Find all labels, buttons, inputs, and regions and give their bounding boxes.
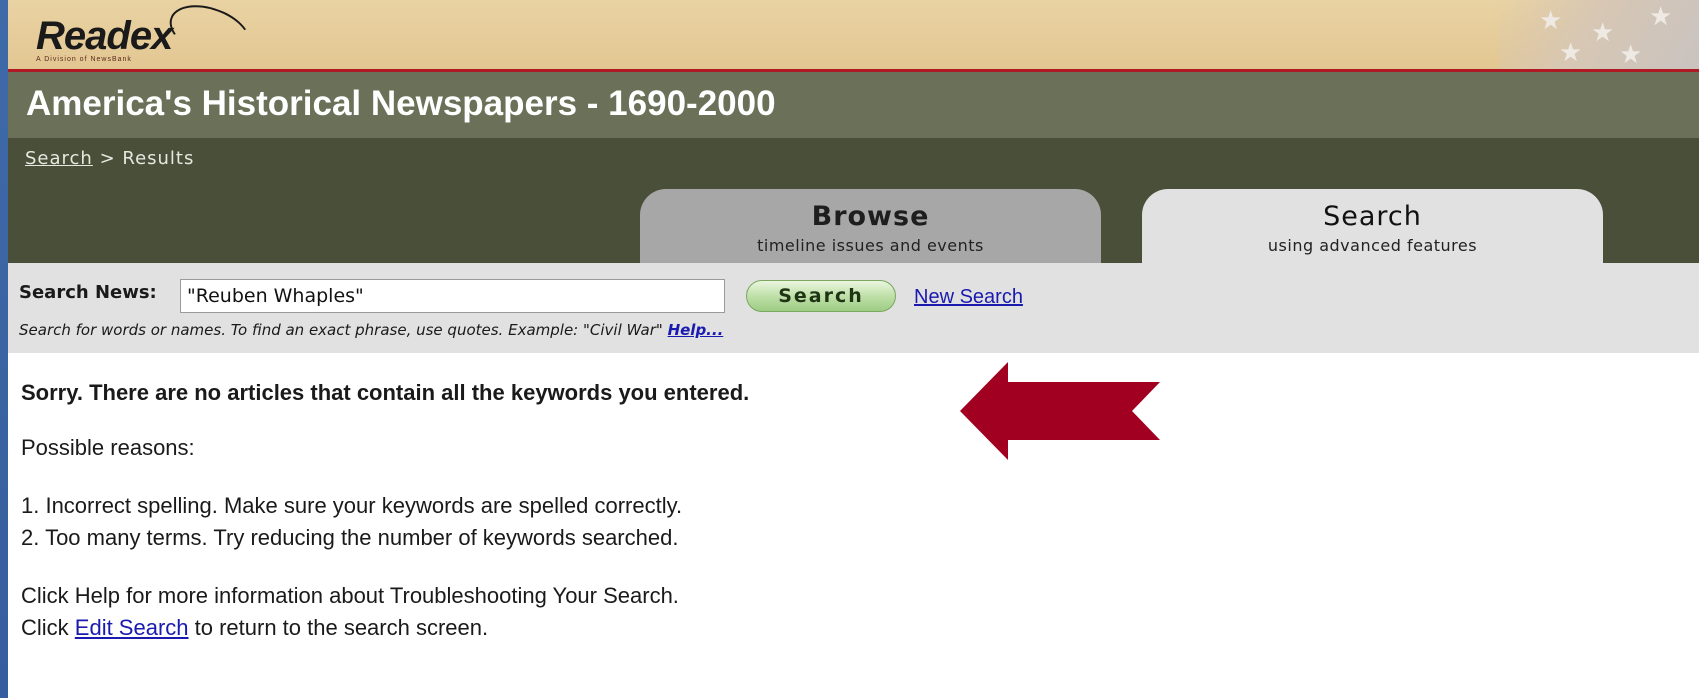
breadcrumb-search-link[interactable]: Search [25, 148, 93, 169]
breadcrumb: Search > Results [25, 148, 194, 169]
tab-browse-subtitle: timeline issues and events [757, 236, 984, 255]
search-button[interactable]: Search [746, 280, 896, 312]
breadcrumb-current: Results [122, 148, 195, 169]
title-bar: America's Historical Newspapers - 1690-2… [8, 72, 1699, 138]
logo-swoosh-icon [162, 0, 258, 69]
stars-decoration: ★ ★ ★ ★ ★ [1499, 0, 1699, 70]
reason-item: 2. Too many terms. Try reducing the numb… [21, 525, 679, 550]
star-icon: ★ [1649, 2, 1673, 32]
results-content: Sorry. There are no articles that contai… [21, 380, 749, 644]
tab-search[interactable]: Search using advanced features [1142, 189, 1603, 263]
help-info-text: Click Help for more information about Tr… [21, 583, 679, 608]
edit-search-prefix: Click [21, 615, 75, 640]
search-hint-text: Search for words or names. To find an ex… [19, 321, 663, 339]
tab-browse[interactable]: Browse timeline issues and events [640, 189, 1101, 263]
star-icon: ★ [1539, 6, 1563, 36]
nav-band: Search > Results Browse timeline issues … [8, 138, 1699, 263]
search-hint: Search for words or names. To find an ex… [19, 321, 723, 339]
readex-banner: Readex A Division of NewsBank ★ ★ ★ ★ ★ [8, 0, 1699, 72]
tab-browse-title: Browse [811, 201, 930, 232]
left-arrow-icon [960, 362, 1160, 460]
logo-subtitle: A Division of NewsBank [36, 56, 132, 63]
readex-logo[interactable]: Readex [36, 16, 173, 56]
star-icon: ★ [1591, 18, 1615, 48]
search-bar: Search News: Search New Search Search fo… [8, 263, 1699, 353]
edit-search-link[interactable]: Edit Search [75, 615, 189, 640]
help-link[interactable]: Help... [668, 321, 724, 339]
no-results-message: Sorry. There are no articles that contai… [21, 380, 750, 405]
tab-search-subtitle: using advanced features [1267, 236, 1478, 255]
breadcrumb-separator: > [92, 148, 123, 169]
browser-frame: Readex A Division of NewsBank ★ ★ ★ ★ ★ … [8, 0, 1699, 698]
star-icon: ★ [1619, 40, 1643, 70]
edit-search-suffix: to return to the search screen. [188, 615, 489, 640]
reasons-heading: Possible reasons: [21, 435, 195, 460]
edit-search-line: Click Edit Search to return to the searc… [21, 612, 749, 644]
reason-item: 1. Incorrect spelling. Make sure your ke… [21, 493, 683, 518]
search-news-label: Search News: [19, 282, 157, 303]
tab-search-title: Search [1323, 201, 1422, 232]
page-title: America's Historical Newspapers - 1690-2… [26, 84, 776, 123]
search-input[interactable] [180, 279, 725, 313]
star-icon: ★ [1559, 38, 1583, 68]
new-search-link[interactable]: New Search [914, 286, 1023, 309]
